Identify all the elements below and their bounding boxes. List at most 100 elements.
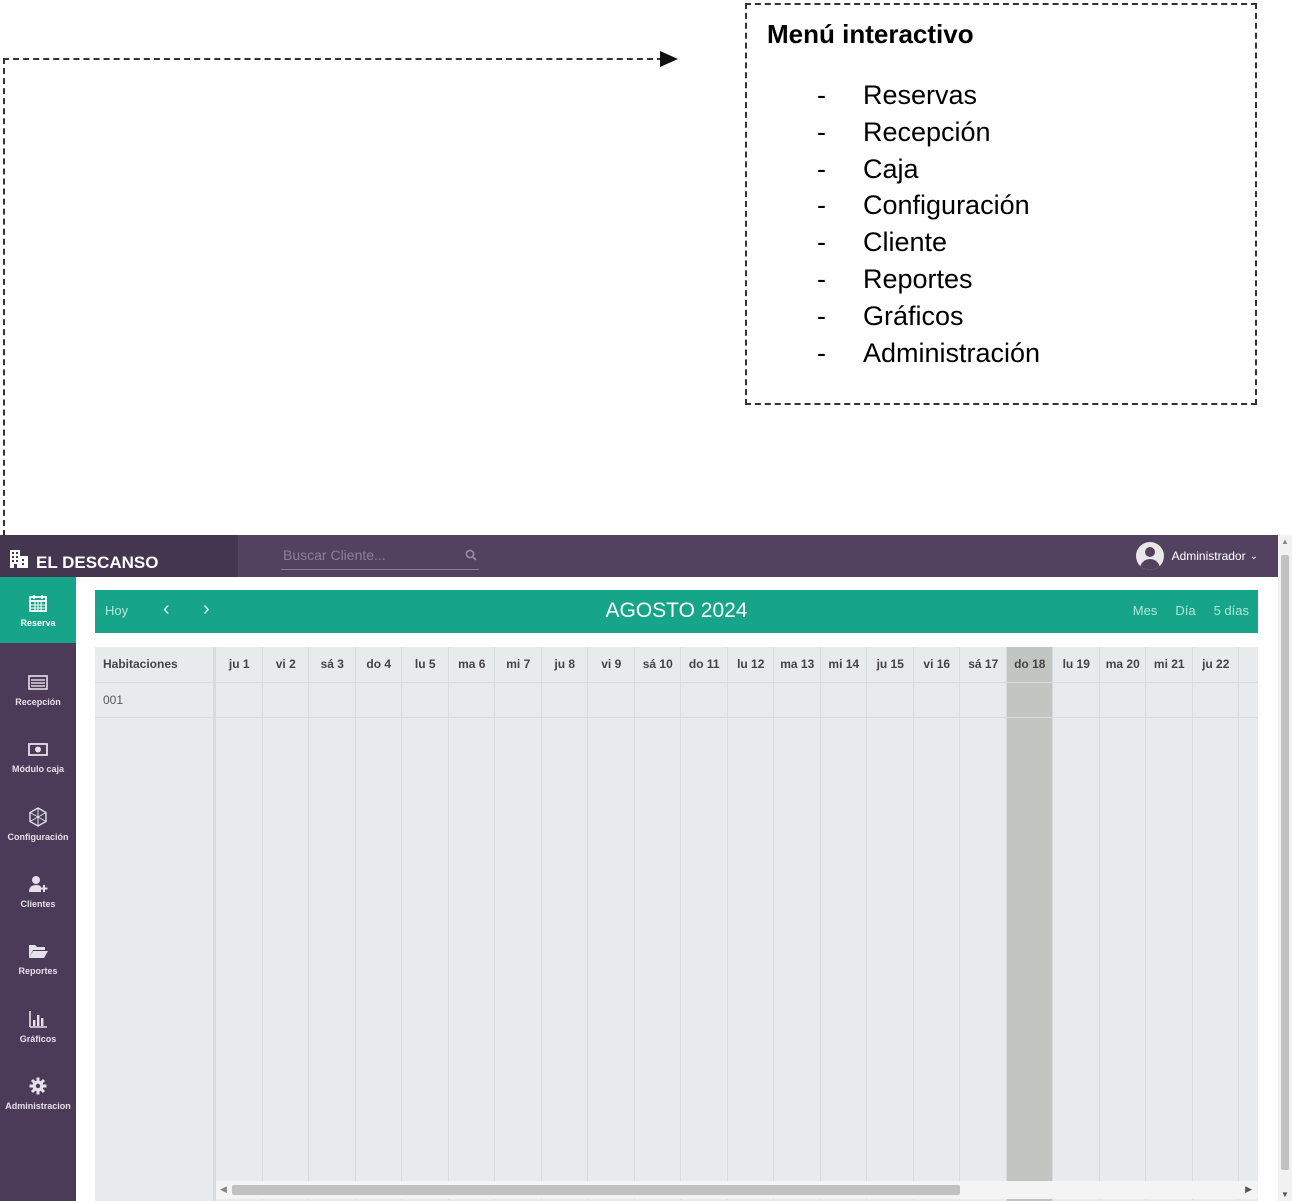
day-header: ma 20 — [1105, 657, 1140, 671]
callout-list-item: - Reportes — [817, 263, 973, 294]
sidebar-item-recepcion[interactable]: Recepción — [0, 656, 76, 722]
callout-list-item: - Recepción — [817, 116, 991, 147]
folder-open-icon — [29, 944, 48, 958]
search-input[interactable] — [281, 541, 455, 569]
avatar — [1135, 542, 1164, 570]
callout-list-item: - Reservas — [817, 80, 978, 110]
user-menu[interactable]: Administrador ⌄ — [1135, 542, 1258, 570]
day-column[interactable] — [1146, 647, 1193, 1201]
day-column[interactable] — [1006, 647, 1053, 1201]
day-column[interactable] — [1193, 647, 1239, 1201]
sidebar-item-label: Módulo caja — [11, 763, 64, 774]
brand[interactable]: EL DESCANSO — [0, 535, 238, 577]
day-column[interactable] — [867, 647, 914, 1201]
day-column[interactable] — [542, 647, 588, 1201]
search-box — [281, 541, 479, 570]
main-content: Hoy ‹ › AGOSTO 2024 Mes Día 5 días Habit… — [76, 577, 1278, 1201]
day-column[interactable] — [263, 647, 309, 1201]
day-column[interactable] — [495, 647, 542, 1201]
scheduler-grid: Habitaciones 001 ju 1 vi 2 sá 3 do 4 lu 5 ma … — [95, 647, 1258, 1201]
view-month-button[interactable]: Mes — [1133, 603, 1158, 618]
callout-title: Menú interactivo — [767, 19, 974, 49]
day-column[interactable] — [821, 647, 867, 1201]
day-column[interactable] — [1239, 647, 1258, 1201]
callout-list-item: - Caja — [817, 153, 919, 184]
day-column[interactable] — [588, 647, 635, 1201]
search-icon[interactable] — [465, 549, 477, 561]
day-column[interactable] — [309, 647, 356, 1201]
day-header: lu 19 — [1062, 657, 1090, 671]
day-column[interactable] — [960, 647, 1007, 1201]
horizontal-scrollbar[interactable]: ◀ ▶ — [216, 1181, 1258, 1199]
day-column[interactable] — [1053, 647, 1100, 1201]
callout-list-item: - Gráficos — [817, 300, 964, 331]
day-header: vi 9 — [601, 657, 622, 671]
chevron-down-icon: ⌄ — [1249, 550, 1258, 562]
day-column[interactable] — [449, 647, 495, 1201]
sidebar-item-label: Reserva — [20, 617, 56, 628]
day-header: ma 6 — [458, 657, 486, 671]
day-header: lu 5 — [414, 657, 436, 671]
view-5days-button[interactable]: 5 días — [1214, 603, 1249, 618]
sidebar-item-label: Clientes — [20, 898, 56, 909]
day-column[interactable] — [216, 647, 263, 1201]
gear-icon — [29, 1077, 47, 1094]
keyboard-icon — [28, 674, 48, 690]
brand-name: EL DESCANSO — [36, 553, 159, 572]
day-column[interactable] — [635, 647, 681, 1201]
room-label: 001 — [103, 693, 124, 707]
day-header: ju 1 — [228, 657, 250, 671]
day-column[interactable] — [402, 647, 449, 1201]
callout-list-item: - Configuración — [817, 190, 1030, 221]
sidebar-item-administracion[interactable]: Administracion — [0, 1060, 76, 1126]
sidebar-item-label: Gráficos — [19, 1033, 57, 1044]
day-column[interactable] — [914, 647, 960, 1201]
vertical-scroll-thumb[interactable] — [1281, 555, 1289, 1170]
day-header: do 18 — [1014, 657, 1046, 671]
vertical-scrollbar[interactable]: ▲ ▼ — [1278, 535, 1292, 1201]
scroll-left-icon[interactable]: ◀ — [220, 1184, 227, 1195]
calendar-title: AGOSTO 2024 — [605, 599, 748, 622]
today-button[interactable]: Hoy — [105, 603, 128, 618]
scroll-up-icon[interactable]: ▲ — [1281, 537, 1289, 546]
day-column[interactable] — [356, 647, 402, 1201]
day-header: vi 16 — [923, 657, 951, 671]
sidebar-item-configuracion[interactable]: Configuración — [0, 791, 76, 857]
row-divider — [216, 717, 1258, 718]
view-switcher: Mes Día 5 días — [1133, 603, 1249, 618]
day-header: do 11 — [688, 657, 720, 671]
sidebar-item-modulo-caja[interactable]: Módulo caja — [0, 723, 76, 789]
annotation-arrow-head — [660, 51, 678, 67]
day-header: ju 8 — [554, 657, 576, 671]
day-header: vi 2 — [275, 657, 296, 671]
day-header: ma 13 — [780, 657, 815, 671]
rooms-column: Habitaciones 001 — [95, 647, 216, 1201]
bar-chart-icon — [29, 1010, 47, 1028]
scroll-right-icon[interactable]: ▶ — [1245, 1184, 1252, 1195]
sidebar-item-reportes[interactable]: Reportes — [0, 925, 76, 991]
sidebar-item-clientes[interactable]: Clientes — [0, 858, 76, 924]
room-row[interactable]: 001 — [95, 682, 213, 718]
day-column[interactable] — [681, 647, 728, 1201]
annotation-callout: Menú interactivo - Reservas - Recepción - Caj… — [745, 3, 1257, 405]
calendar-icon — [29, 594, 47, 612]
scroll-down-icon[interactable]: ▼ — [1281, 1190, 1289, 1199]
day-column[interactable] — [1100, 647, 1146, 1201]
sidebar-item-graficos[interactable]: Gráficos — [0, 993, 76, 1059]
day-header: mi 21 — [1153, 657, 1185, 671]
day-column[interactable] — [774, 647, 821, 1201]
sidebar-item-label: Configuración — [7, 831, 69, 842]
sidebar: Reserva Recepción Módulo caja Configurac… — [0, 577, 76, 1201]
day-header: lu 12 — [737, 657, 765, 671]
prev-icon[interactable]: ‹ — [163, 598, 170, 621]
day-header: ju 15 — [876, 657, 904, 671]
view-day-button[interactable]: Día — [1175, 603, 1195, 618]
day-column[interactable] — [728, 647, 774, 1201]
horizontal-scroll-thumb[interactable] — [232, 1185, 960, 1195]
day-header: do 4 — [366, 657, 392, 671]
next-icon[interactable]: › — [203, 598, 210, 621]
annotation-arrow-line — [3, 58, 663, 60]
callout-list: - Reservas - Recepción - Caja - Configuración - C… — [817, 77, 1040, 371]
sidebar-item-reserva[interactable]: Reserva — [0, 577, 76, 643]
building-icon — [10, 550, 28, 568]
